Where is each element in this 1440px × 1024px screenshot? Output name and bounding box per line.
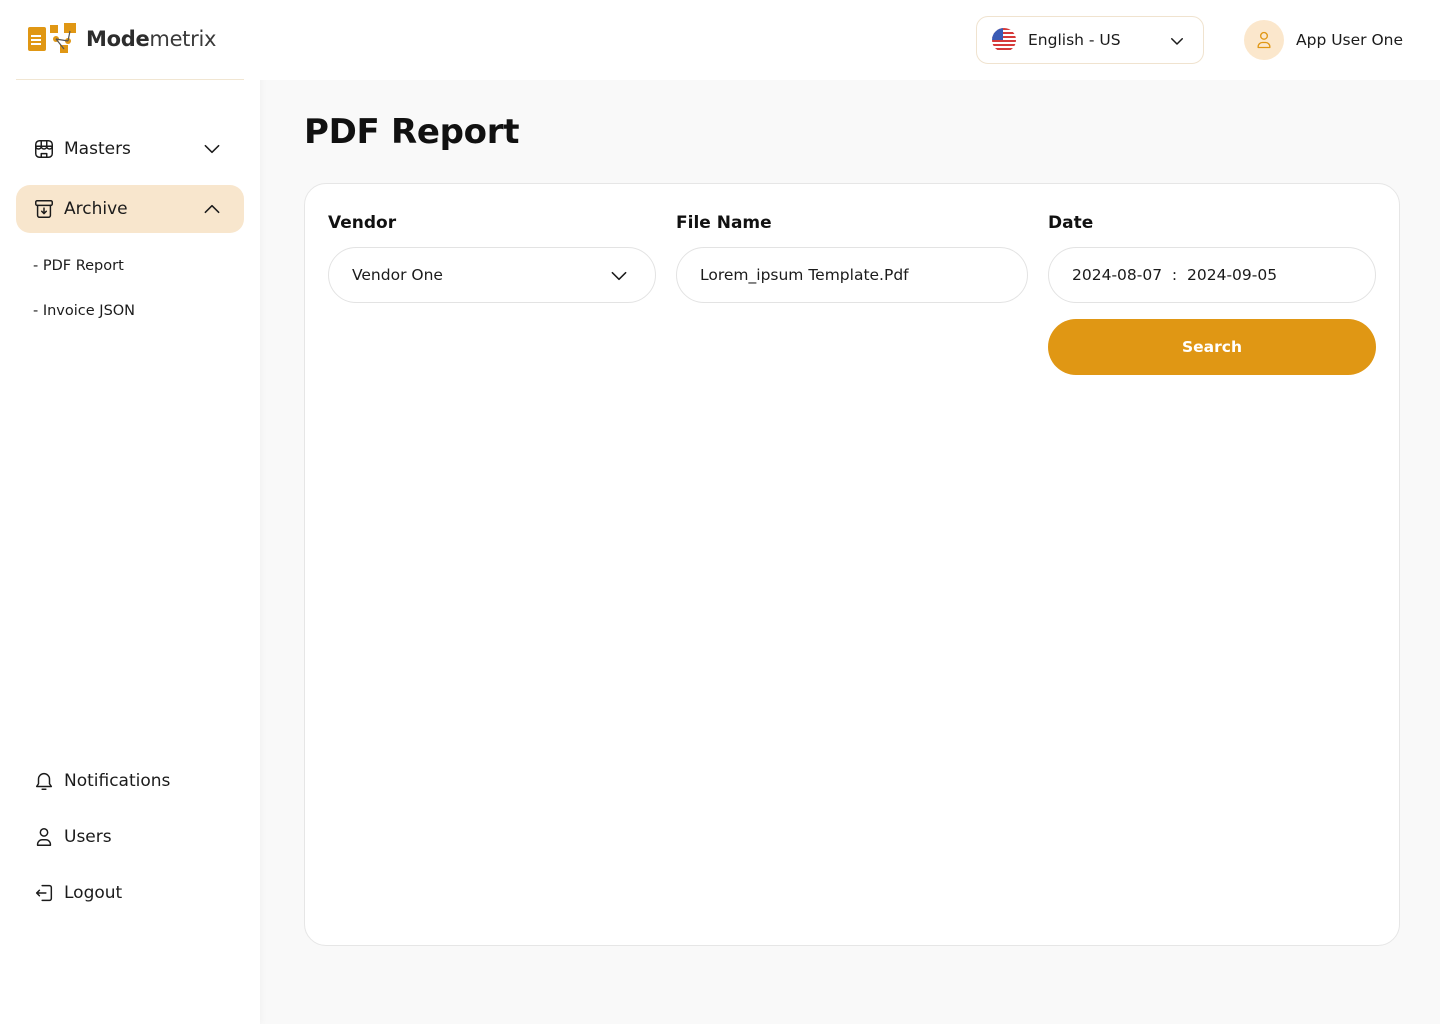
user-icon (32, 825, 56, 849)
brand-name: Modemetrix (86, 27, 217, 51)
date-range-value: 2024-08-07 : 2024-09-05 (1072, 266, 1278, 284)
user-icon (1257, 31, 1271, 49)
us-flag-icon (992, 28, 1016, 52)
language-label: English - US (1028, 31, 1121, 49)
sidebar-subitem-pdf-report[interactable]: - PDF Report (33, 258, 124, 274)
search-button[interactable]: Search (1048, 319, 1376, 375)
user-name: App User One (1296, 31, 1404, 49)
chevron-down-icon (200, 137, 224, 161)
sidebar-item-archive[interactable]: Archive (16, 185, 244, 233)
sidebar-item-label: Logout (64, 883, 123, 903)
vendor-label: Vendor (328, 213, 397, 233)
filter-card: Vendor Vendor One File Name Lorem_ipsum … (304, 183, 1400, 946)
brand-logo[interactable]: Modemetrix (26, 22, 216, 56)
page-title: PDF Report (304, 112, 520, 152)
sidebar-item-notifications[interactable]: Notifications (16, 757, 244, 805)
sidebar-item-users[interactable]: Users (16, 813, 244, 861)
language-selector[interactable]: English - US (976, 16, 1204, 64)
vendor-select[interactable]: Vendor One (328, 247, 656, 303)
avatar (1244, 20, 1284, 60)
file-name-value: Lorem_ipsum Template.Pdf (700, 266, 909, 284)
logo-divider (16, 79, 244, 80)
chevron-up-icon (200, 197, 224, 221)
sidebar-item-label: Notifications (64, 771, 171, 791)
storefront-icon (32, 137, 56, 161)
chevron-down-icon (1165, 29, 1189, 53)
sidebar-item-logout[interactable]: Logout (16, 869, 244, 917)
user-menu[interactable]: App User One (1244, 20, 1403, 60)
sidebar-item-masters[interactable]: Masters (16, 125, 244, 173)
vendor-value: Vendor One (352, 266, 443, 284)
bell-icon (32, 769, 56, 793)
chevron-down-icon (607, 264, 631, 288)
logout-icon (32, 881, 56, 905)
top-bar: English - US App User One (260, 0, 1440, 80)
date-range-input[interactable]: 2024-08-07 : 2024-09-05 (1048, 247, 1376, 303)
sidebar-item-label: Users (64, 827, 112, 847)
file-name-label: File Name (676, 213, 772, 233)
sidebar: Modemetrix Masters Archive - PDF Report … (0, 0, 260, 1024)
archive-box-icon (32, 197, 56, 221)
sidebar-subitem-invoice-json[interactable]: - Invoice JSON (33, 303, 135, 319)
file-name-input[interactable]: Lorem_ipsum Template.Pdf (676, 247, 1028, 303)
sidebar-item-label: Archive (64, 199, 128, 219)
logo-mark-icon (28, 23, 76, 53)
sidebar-item-label: Masters (64, 139, 131, 159)
date-label: Date (1048, 213, 1094, 233)
